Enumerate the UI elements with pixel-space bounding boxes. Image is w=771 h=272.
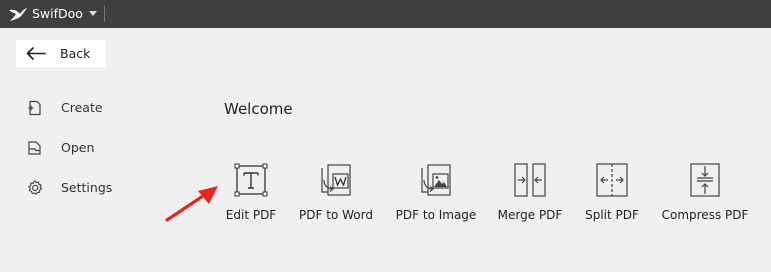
tool-compress-pdf[interactable]: Compress PDF — [655, 162, 755, 226]
sidebar-item-settings[interactable]: Settings — [26, 178, 176, 198]
word-convert-icon — [321, 164, 351, 196]
image-convert-icon — [421, 164, 451, 196]
title-bar: SwifDoo — [0, 0, 771, 28]
merge-icon — [514, 163, 546, 197]
arrow-left-icon — [26, 47, 46, 60]
open-folder-icon — [28, 141, 41, 155]
edit-text-icon — [234, 163, 268, 197]
chevron-down-icon[interactable] — [89, 11, 97, 17]
app-name[interactable]: SwifDoo — [32, 6, 83, 22]
sidebar-item-open[interactable]: Open — [26, 138, 176, 158]
welcome-heading: Welcome — [224, 100, 293, 118]
back-button[interactable]: Back — [16, 40, 106, 67]
tool-pdf-to-image[interactable]: PDF to Image — [386, 162, 486, 226]
sidebar-item-label: Open — [61, 140, 95, 155]
sidebar-item-label: Create — [61, 100, 103, 115]
back-label: Back — [60, 46, 91, 61]
tool-label: PDF to Word — [299, 208, 373, 222]
title-divider — [104, 6, 105, 22]
create-file-icon — [28, 100, 41, 116]
sidebar-item-create[interactable]: Create — [26, 98, 176, 118]
tool-label: Split PDF — [585, 208, 639, 222]
tool-split-pdf[interactable]: Split PDF — [562, 162, 662, 226]
split-icon — [596, 163, 628, 197]
tool-label: Compress PDF — [661, 208, 749, 222]
tool-pdf-to-word[interactable]: PDF to Word — [286, 162, 386, 226]
tool-label: PDF to Image — [395, 208, 477, 222]
swifdoo-logo-icon — [9, 8, 27, 21]
gear-icon — [28, 180, 43, 195]
compress-icon — [690, 163, 720, 197]
sidebar-item-label: Settings — [61, 180, 113, 195]
